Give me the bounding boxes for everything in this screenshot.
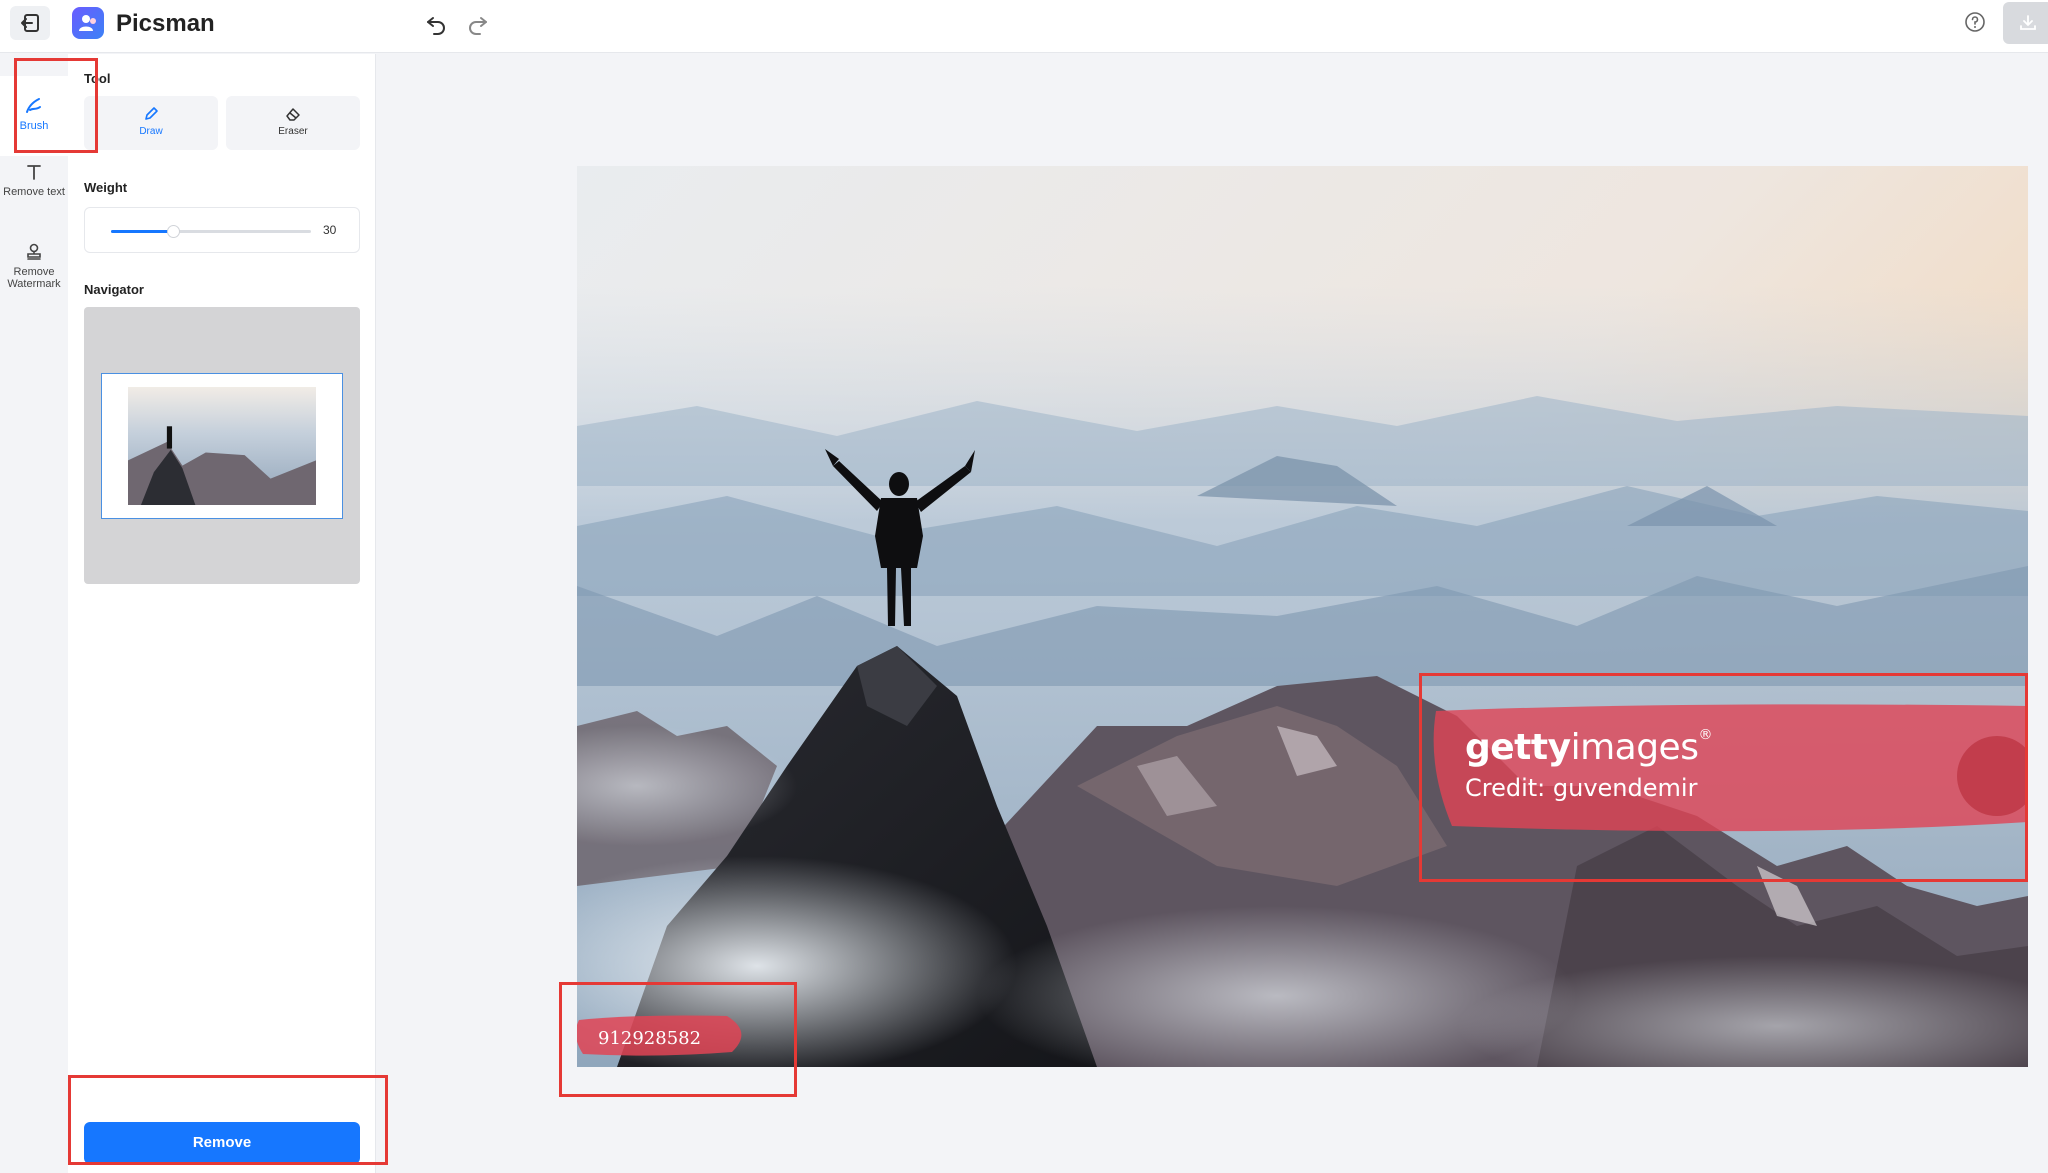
rail-item-label: Remove text bbox=[3, 186, 65, 198]
help-icon[interactable] bbox=[1963, 10, 1987, 34]
annotation-box-brush bbox=[14, 58, 98, 153]
text-icon bbox=[27, 165, 41, 180]
top-bar: Picsman bbox=[0, 0, 2048, 53]
annotation-box-remove bbox=[68, 1075, 388, 1165]
annotation-box-id bbox=[559, 982, 797, 1097]
rail-item-remove-watermark[interactable]: Remove Watermark bbox=[0, 234, 68, 304]
exit-button[interactable] bbox=[10, 6, 50, 40]
exit-icon bbox=[21, 14, 39, 32]
draw-tool-label: Draw bbox=[139, 126, 163, 137]
draw-tool-button[interactable]: Draw bbox=[84, 96, 218, 150]
app-title: Picsman bbox=[116, 10, 215, 37]
download-icon bbox=[2020, 15, 2036, 30]
undo-icon[interactable] bbox=[424, 12, 448, 36]
weight-control: 30 bbox=[84, 207, 360, 253]
weight-value: 30 bbox=[323, 223, 337, 237]
navigator-thumbnail bbox=[128, 387, 316, 505]
stamp-icon bbox=[27, 243, 41, 260]
canvas-image[interactable] bbox=[577, 166, 2028, 1067]
weight-slider-handle[interactable] bbox=[167, 225, 180, 238]
navigator-section-label: Navigator bbox=[84, 282, 144, 297]
eraser-tool-button[interactable]: Eraser bbox=[226, 96, 360, 150]
rail-item-label: Remove Watermark bbox=[7, 266, 61, 290]
navigator[interactable] bbox=[84, 307, 360, 584]
tool-rail: Brush Remove text Remove Watermark bbox=[0, 54, 68, 1173]
navigator-viewport[interactable] bbox=[101, 373, 343, 519]
tool-panel: Tool Draw Eraser Weight 30 Navigator Rem… bbox=[68, 54, 376, 1173]
weight-slider-fill bbox=[111, 230, 173, 233]
download-button[interactable] bbox=[2003, 2, 2048, 44]
eraser-icon bbox=[286, 108, 300, 121]
user-icon bbox=[79, 15, 96, 31]
app-logo bbox=[72, 7, 104, 39]
pen-icon bbox=[145, 107, 158, 120]
weight-section-label: Weight bbox=[84, 180, 128, 195]
eraser-tool-label: Eraser bbox=[278, 126, 308, 137]
annotation-box-watermark bbox=[1419, 673, 2028, 882]
redo-icon[interactable] bbox=[466, 12, 490, 36]
rail-item-remove-text[interactable]: Remove text bbox=[0, 154, 68, 224]
weight-slider[interactable] bbox=[111, 225, 311, 238]
